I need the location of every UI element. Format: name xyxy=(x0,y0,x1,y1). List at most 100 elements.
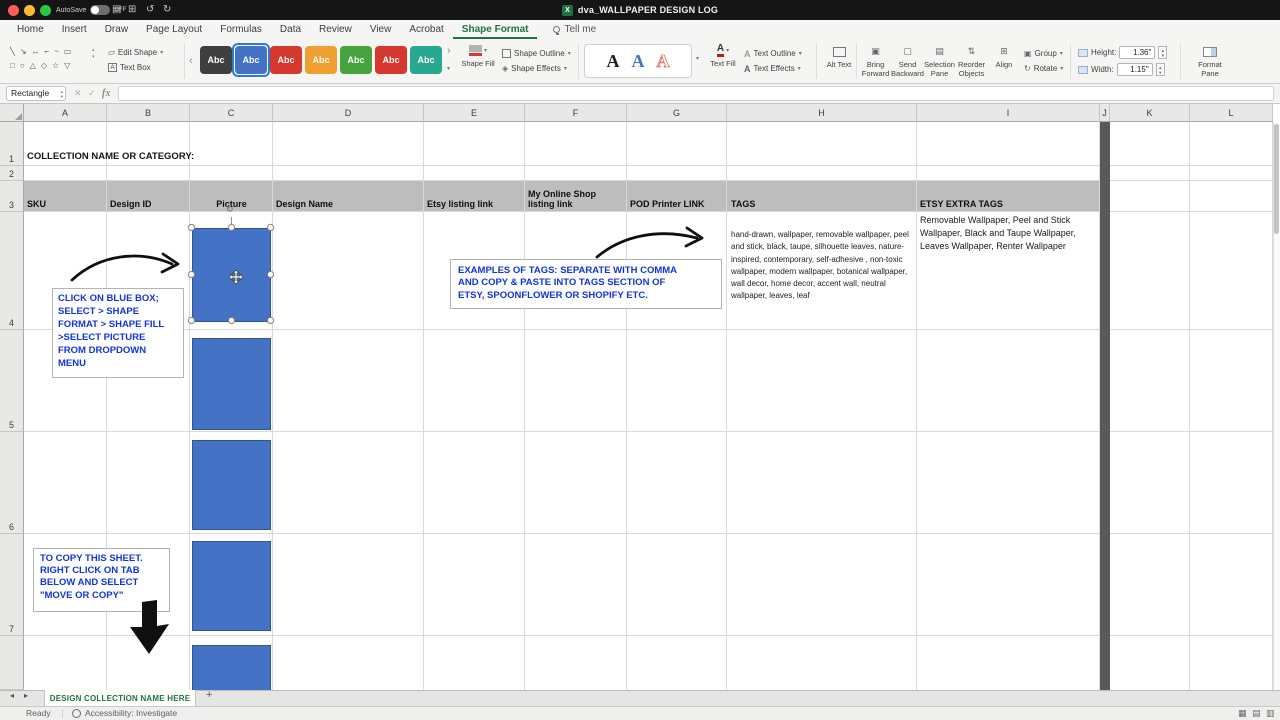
print-icon[interactable]: ⊞ xyxy=(128,4,136,16)
column-header-c[interactable]: C xyxy=(190,104,273,122)
tab-home[interactable]: Home xyxy=(8,20,53,39)
shape-glyph-circle[interactable]: ○ xyxy=(20,59,25,73)
column-header-j[interactable]: J xyxy=(1100,104,1110,122)
picture-placeholder-shape[interactable] xyxy=(192,541,271,631)
shape-glyph-line[interactable]: ╲ xyxy=(10,45,15,59)
name-box[interactable]: Rectangle ▴▾ xyxy=(6,86,66,101)
cell-a1-collection-name[interactable]: COLLECTION NAME OR CATEGORY: xyxy=(27,151,194,162)
shape-glyph-connector[interactable]: ⌐ xyxy=(45,45,50,59)
shape-style-chip[interactable]: Abc xyxy=(270,46,302,74)
cell-header-tags[interactable]: TAGS xyxy=(731,181,755,211)
cell-i4-etsy-extra-tags-text[interactable]: Removable Wallpaper, Peel and Stick Wall… xyxy=(920,214,1098,253)
text-outline-button[interactable]: A Text Outline ▾ xyxy=(744,46,802,61)
cell-header-pod-link[interactable]: POD Printer LINK xyxy=(630,181,705,211)
column-header-b[interactable]: B xyxy=(107,104,190,122)
row-header-1[interactable]: 1 xyxy=(0,122,24,166)
shape-glyph-double-arrow[interactable]: ↔ xyxy=(32,45,40,59)
tell-me-control[interactable]: Tell me xyxy=(553,20,596,39)
picture-placeholder-shape-clipped[interactable] xyxy=(192,645,271,690)
rotation-handle-icon[interactable]: ↻ xyxy=(226,204,234,215)
tab-draw[interactable]: Draw xyxy=(96,20,137,39)
accessibility-status[interactable]: Accessibility: Investigate xyxy=(85,707,177,720)
group-button[interactable]: ▣ Group ▾ xyxy=(1024,46,1063,61)
text-fill-button[interactable]: A▾ Text Fill xyxy=(706,43,740,69)
wordart-sample-red-outline[interactable]: A xyxy=(657,51,670,72)
shape-style-chip[interactable]: Abc xyxy=(410,46,442,74)
wordart-more-icon[interactable]: ▾ xyxy=(696,55,699,62)
note-click-blue-box[interactable]: CLICK ON BLUE BOX; SELECT > SHAPE FORMAT… xyxy=(52,288,184,378)
shape-glyph-diamond[interactable]: ◇ xyxy=(41,59,47,73)
insert-shapes-gallery[interactable]: ╲ ↘ ↔ ⌐ ~ ▭ □ ○ △ ◇ ☆ ▽ xyxy=(10,45,71,73)
page-layout-view-icon[interactable]: ▤ xyxy=(1252,707,1261,720)
text-box-button[interactable]: A Text Box xyxy=(108,60,163,75)
note-tag-examples[interactable]: EXAMPLES OF TAGS: SEPARATE WITH COMMA AN… xyxy=(450,259,722,309)
shape-height-control[interactable]: Height: 1.36" ▲▼ xyxy=(1078,46,1167,59)
width-input[interactable]: 1.15" xyxy=(1117,63,1153,76)
align-button[interactable]: ⊞ Align xyxy=(990,44,1018,70)
tab-review[interactable]: Review xyxy=(310,20,361,39)
column-header-f[interactable]: F xyxy=(525,104,627,122)
format-pane-button[interactable]: Format Pane xyxy=(1190,44,1230,78)
reorder-objects-button[interactable]: ⇅ Reorder Objects xyxy=(956,44,987,78)
row-header-5[interactable]: 5 xyxy=(0,330,24,432)
add-sheet-button[interactable]: + xyxy=(206,689,212,701)
shape-outline-button[interactable]: Shape Outline ▾ xyxy=(502,46,571,61)
width-stepper[interactable]: ▲▼ xyxy=(1156,63,1165,76)
cell-header-shop-link[interactable]: My Online Shop listing link xyxy=(528,181,620,211)
shape-glyph-triangle-down[interactable]: ▽ xyxy=(64,59,70,73)
shape-glyph-rectangle[interactable]: ▭ xyxy=(64,45,72,59)
row-header-2[interactable]: 2 xyxy=(0,166,24,181)
send-backward-button[interactable]: ▢ Send Backward xyxy=(892,44,923,78)
tab-shape-format[interactable]: Shape Format xyxy=(453,20,538,39)
shape-glyph-star[interactable]: ☆ xyxy=(52,59,59,73)
shape-fill-button[interactable]: ▾ Shape Fill xyxy=(460,43,496,69)
resize-handle-sw[interactable] xyxy=(188,317,195,324)
enter-icon[interactable]: ✓ xyxy=(88,88,96,99)
save-icon[interactable]: ▤ xyxy=(112,4,121,16)
formula-input[interactable] xyxy=(118,86,1274,101)
row-header-7[interactable]: 7 xyxy=(0,534,24,636)
cell-h4-tags-text[interactable]: hand-drawn, wallpaper, removable wallpap… xyxy=(731,229,917,303)
cell-header-etsy-link[interactable]: Etsy listing link xyxy=(427,181,493,211)
picture-placeholder-shape[interactable] xyxy=(192,440,271,530)
tab-data[interactable]: Data xyxy=(271,20,310,39)
resize-handle-ne[interactable] xyxy=(267,224,274,231)
tab-view[interactable]: View xyxy=(361,20,401,39)
zoom-window-button[interactable] xyxy=(40,5,51,16)
styles-more-icon[interactable]: ▾ xyxy=(447,65,450,72)
name-box-stepper[interactable]: ▴▾ xyxy=(61,89,63,99)
wordart-sample-blue[interactable]: A xyxy=(632,51,645,72)
close-window-button[interactable] xyxy=(8,5,19,16)
column-header-e[interactable]: E xyxy=(424,104,525,122)
row-header-partial[interactable] xyxy=(0,636,24,690)
sheet-tab-active[interactable]: DESIGN COLLECTION NAME HERE xyxy=(44,690,196,706)
picture-placeholder-shape[interactable] xyxy=(192,338,271,430)
shape-style-chip[interactable]: Abc xyxy=(200,46,232,74)
select-all-corner[interactable] xyxy=(0,104,24,122)
shape-glyph-arrow[interactable]: ↘ xyxy=(20,45,27,59)
tab-insert[interactable]: Insert xyxy=(53,20,96,39)
autosave-toggle[interactable] xyxy=(90,5,110,15)
column-header-i[interactable]: I xyxy=(917,104,1100,122)
wordart-styles-gallery[interactable]: A A A xyxy=(584,44,692,78)
height-input[interactable]: 1.36" xyxy=(1119,46,1155,59)
bring-forward-button[interactable]: ▣ Bring Forward xyxy=(860,44,891,78)
resize-handle-n[interactable] xyxy=(228,224,235,231)
shape-glyph-curve[interactable]: ~ xyxy=(54,45,59,59)
wordart-sample-black[interactable]: A xyxy=(607,51,620,72)
minimize-window-button[interactable] xyxy=(24,5,35,16)
selection-pane-button[interactable]: ▤ Selection Pane xyxy=(924,44,955,78)
undo-icon[interactable]: ↺ xyxy=(146,4,154,16)
sheet-nav-left-icon[interactable]: ◂ xyxy=(10,691,14,700)
resize-handle-nw[interactable] xyxy=(188,224,195,231)
shape-style-chip[interactable]: Abc xyxy=(340,46,372,74)
vertical-scrollbar-thumb[interactable] xyxy=(1274,124,1279,234)
shape-glyph-square[interactable]: □ xyxy=(10,59,15,73)
sheet-nav-right-icon[interactable]: ▸ xyxy=(24,691,28,700)
styles-scroll-left-icon[interactable]: ‹ xyxy=(189,46,193,76)
column-header-h[interactable]: H xyxy=(727,104,917,122)
shape-width-control[interactable]: Width: 1.15" ▲▼ xyxy=(1078,63,1165,76)
resize-handle-s[interactable] xyxy=(228,317,235,324)
shape-style-chip[interactable]: Abc xyxy=(305,46,337,74)
tab-acrobat[interactable]: Acrobat xyxy=(400,20,452,39)
